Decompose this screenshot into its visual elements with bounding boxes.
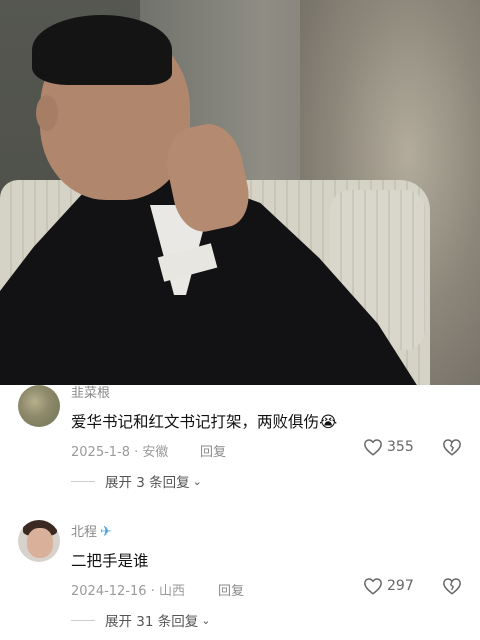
expand-replies-button[interactable]: 展开 3 条回复 ⌄ [71, 471, 202, 491]
avatar[interactable] [18, 385, 60, 427]
chevron-down-icon: ⌄ [192, 474, 202, 488]
comment-text[interactable]: 二把手是谁 [71, 549, 149, 571]
comment-username[interactable]: 韭菜根 [71, 382, 110, 401]
avatar[interactable] [18, 520, 60, 562]
chevron-down-icon: ⌄ [201, 613, 211, 627]
person-hair [32, 15, 172, 85]
person-ear [36, 95, 58, 131]
broken-heart-icon[interactable] [442, 438, 462, 456]
reply-button[interactable]: 回复 [200, 441, 226, 460]
expand-replies-label: 展开 31 条回复 [105, 614, 199, 630]
heart-outline-icon [363, 438, 383, 456]
heart-outline-icon [363, 577, 383, 595]
like-button[interactable]: 355 [363, 438, 414, 456]
expand-replies-label: 展开 3 条回复 [105, 475, 190, 491]
expand-divider [71, 480, 95, 482]
airplane-badge-icon: ✈ [100, 524, 112, 540]
reply-button[interactable]: 回复 [218, 580, 244, 599]
video-frame[interactable] [0, 0, 480, 385]
like-count: 297 [387, 578, 414, 594]
expand-replies-button[interactable]: 展开 31 条回复 ⌄ [71, 610, 210, 630]
comment-date-location: 2025-1-8 · 安徽 [71, 445, 169, 460]
broken-heart-icon[interactable] [442, 577, 462, 595]
expand-divider [71, 619, 95, 621]
comment-date-location: 2024-12-16 · 山西 [71, 584, 185, 599]
comment-list: 韭菜根 爱华书记和红文书记打架，两败俱伤😭 2025-1-8 · 安徽 回复 3… [0, 385, 480, 640]
username-text: 北程 [71, 525, 98, 540]
comment-username[interactable]: 北程 ✈ [71, 521, 112, 540]
like-button[interactable]: 297 [363, 577, 414, 595]
like-count: 355 [387, 439, 414, 455]
comment-text[interactable]: 爱华书记和红文书记打架，两败俱伤😭 [71, 410, 337, 432]
